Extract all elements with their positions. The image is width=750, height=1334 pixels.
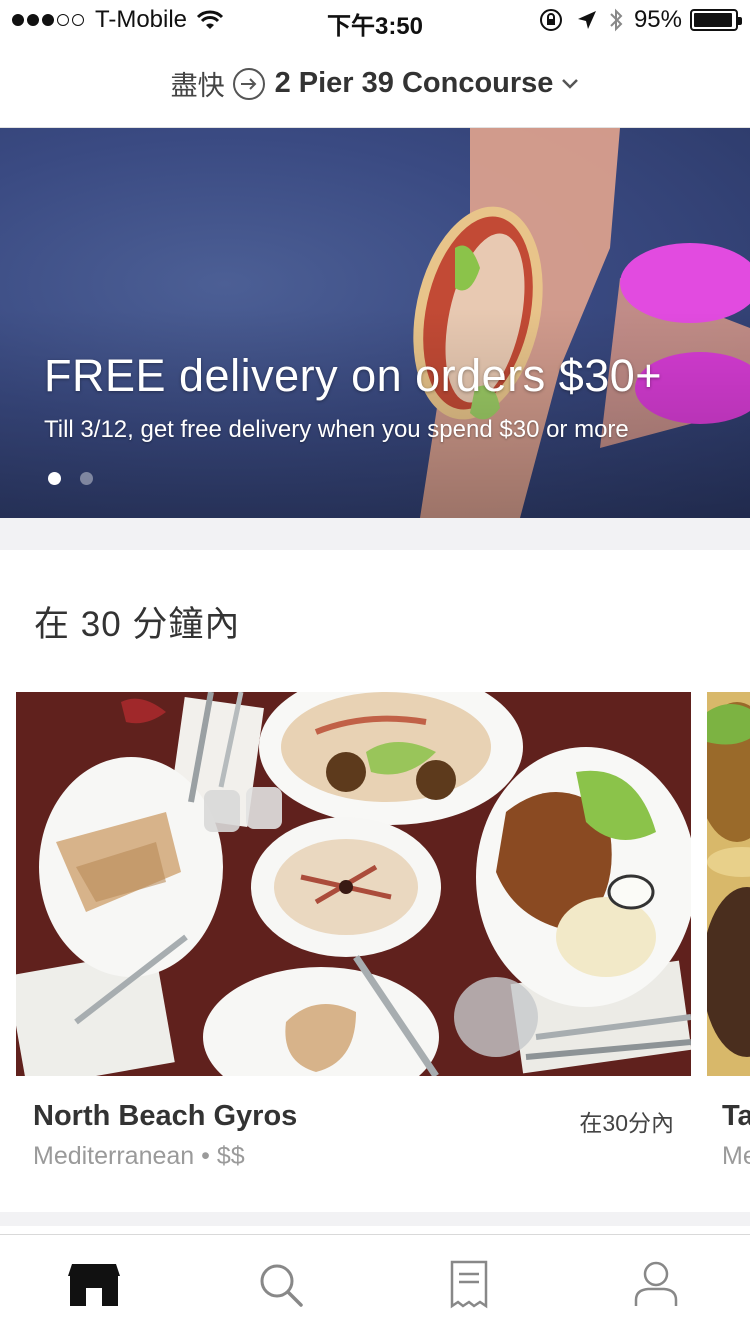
profile-icon [635, 1261, 678, 1306]
tab-home[interactable] [0, 1235, 188, 1334]
search-icon [260, 1264, 303, 1307]
delivery-address[interactable]: 2 Pier 39 Concourse [275, 67, 554, 100]
section-divider [0, 518, 750, 550]
restaurant-image-2[interactable] [707, 692, 750, 1076]
pager-dot-1[interactable] [48, 472, 61, 485]
rotation-lock-icon [539, 9, 562, 31]
pager-dot-2[interactable] [80, 472, 93, 485]
receipt-icon [450, 1260, 487, 1308]
delivery-location-header[interactable]: 盡快 2 Pier 39 Concourse [0, 40, 750, 128]
status-bar: T-Mobile 下午3:50 95% [0, 0, 750, 40]
tab-search[interactable] [188, 1235, 376, 1334]
restaurant-name-2[interactable]: Ta [722, 1100, 750, 1133]
storefront-icon [67, 1263, 120, 1306]
status-right: 95% [538, 6, 742, 34]
food-photo-partial [707, 692, 750, 1076]
battery-percent: 95% [633, 6, 682, 33]
section-title: 在 30 分鐘內 [34, 605, 241, 644]
tab-profile[interactable] [563, 1235, 750, 1334]
battery-level [694, 13, 732, 27]
restaurant-image[interactable] [16, 692, 691, 1076]
tab-bar [0, 1234, 750, 1334]
carousel-pager[interactable] [48, 472, 112, 485]
restaurant-meta: Mediterranean • $$ [33, 1142, 245, 1170]
section-divider-bottom [0, 1212, 750, 1226]
bluetooth-icon [610, 8, 623, 32]
delivery-time-label[interactable]: 盡快 [171, 64, 225, 103]
promo-sandwich-image [0, 128, 750, 518]
promo-subtitle: Till 3/12, get free delivery when you sp… [44, 416, 629, 443]
promo-banner[interactable]: FREE delivery on orders $30+ Till 3/12, … [0, 128, 750, 518]
tab-orders[interactable] [375, 1235, 563, 1334]
restaurant-name[interactable]: North Beach Gyros [33, 1100, 297, 1133]
restaurant-meta-2: Me [722, 1142, 750, 1170]
chevron-down-icon[interactable] [561, 78, 579, 90]
promo-title: FREE delivery on orders $30+ [44, 350, 663, 401]
battery-icon [690, 9, 742, 31]
mediterranean-food-photo [16, 692, 691, 1076]
restaurant-eta: 在30分內 [579, 1110, 674, 1136]
location-arrow-icon [577, 11, 596, 29]
arrow-right-circle-icon [232, 67, 265, 100]
